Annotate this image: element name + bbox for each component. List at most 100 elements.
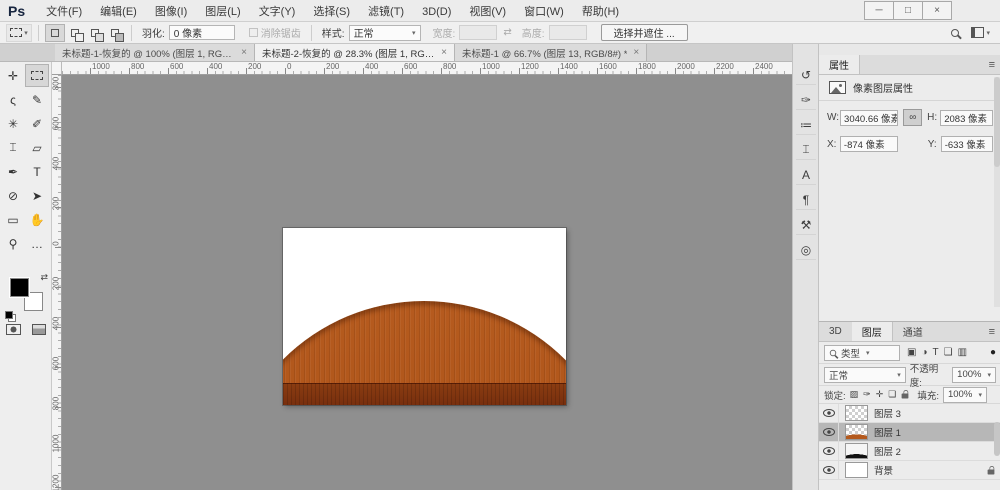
tab-properties[interactable]: 属性 — [819, 55, 860, 74]
menu-item-select[interactable]: 选择(S) — [304, 6, 359, 18]
type-tool[interactable]: T — [25, 160, 49, 183]
menu-item-help[interactable]: 帮助(H) — [573, 6, 628, 18]
adjustment-layer-filter-icon[interactable]: ◑ — [921, 347, 927, 358]
subtract-from-selection-button[interactable] — [85, 24, 105, 42]
default-colors-icon[interactable] — [4, 310, 16, 322]
height-value-field[interactable]: 2083 像素 — [940, 110, 993, 126]
clone-stamp-tool[interactable]: ⌶ — [1, 136, 25, 159]
menu-item-3d[interactable]: 3D(D) — [413, 6, 460, 18]
canvas-workspace[interactable] — [62, 75, 792, 490]
layer-thumbnail[interactable] — [845, 462, 868, 478]
link-dimensions-button[interactable]: ∞ — [903, 109, 922, 126]
visibility-cell[interactable] — [819, 423, 839, 441]
select-and-mask-button[interactable]: 选择并遮住 ... — [601, 24, 688, 41]
panel-menu-icon[interactable]: ≡ — [989, 326, 995, 338]
document-tab-3[interactable]: 未标题-1 @ 66.7% (图层 13, RGB/8#) *× — [455, 44, 647, 61]
menu-item-edit[interactable]: 编辑(E) — [91, 6, 146, 18]
adjustments-panel-icon[interactable]: ≔ — [796, 115, 816, 135]
document-canvas[interactable] — [283, 228, 566, 405]
swap-colors-icon[interactable]: ⇄ — [40, 272, 48, 283]
type-layer-filter-icon[interactable]: T — [933, 347, 939, 358]
feather-input[interactable]: 0 像素 — [169, 25, 235, 40]
layer-thumbnail[interactable] — [845, 405, 868, 421]
tab-close-icon[interactable]: × — [241, 47, 247, 58]
layer-row-4[interactable]: 背景 — [819, 461, 1000, 480]
visibility-cell[interactable] — [819, 442, 839, 460]
current-tool-button[interactable]: ▾ — [6, 24, 32, 42]
document-tab-2[interactable]: 未标题-2-恢复的 @ 28.3% (图层 1, RGB/8#) *× — [255, 44, 455, 61]
tab-3D[interactable]: 3D — [819, 322, 852, 341]
filter-toggle-icon[interactable]: ● — [990, 347, 996, 358]
pen-tool[interactable]: ✒ — [1, 160, 25, 183]
tab-close-icon[interactable]: × — [441, 47, 447, 58]
quick-selection-tool[interactable]: ✎ — [25, 88, 49, 111]
add-to-selection-button[interactable] — [65, 24, 85, 42]
menu-item-filter[interactable]: 滤镜(T) — [359, 6, 413, 18]
lock-position-icon[interactable]: ✛ — [876, 389, 884, 400]
eraser-tool[interactable]: ▱ — [25, 136, 49, 159]
shape-tool[interactable]: ▭ — [1, 208, 25, 231]
menu-item-view[interactable]: 视图(V) — [460, 6, 515, 18]
edit-toolbar[interactable]: … — [25, 232, 49, 255]
menu-item-file[interactable]: 文件(F) — [37, 6, 91, 18]
tab-图层[interactable]: 图层 — [852, 322, 893, 341]
smart-object-filter-icon[interactable]: ▥ — [958, 347, 967, 358]
lock-transparent-pixels-icon[interactable]: ▨ — [850, 389, 859, 400]
checkbox-icon[interactable] — [249, 28, 258, 37]
lock-all-icon[interactable] — [902, 393, 909, 398]
visibility-cell[interactable] — [819, 404, 839, 422]
scrollbar-thumb[interactable] — [994, 77, 1000, 167]
tab-通道[interactable]: 通道 — [893, 322, 933, 341]
screen-mode-button[interactable] — [32, 324, 46, 335]
quick-mask-mode-button[interactable] — [6, 324, 21, 335]
paragraph-panel-icon[interactable]: ¶ — [796, 190, 816, 210]
zoom-tool[interactable]: ⚲ — [1, 232, 25, 255]
eye-icon[interactable] — [823, 447, 835, 455]
layer-thumbnail[interactable] — [845, 443, 868, 459]
layer-row-2[interactable]: 图层 1 — [819, 423, 1000, 442]
layer-row-1[interactable]: 图层 3 — [819, 404, 1000, 423]
properties-scrollbar[interactable] — [994, 77, 1000, 307]
rectangular-marquee-tool[interactable] — [25, 64, 49, 87]
search-icon[interactable] — [951, 29, 959, 37]
history-panel-icon[interactable]: ↺ — [796, 65, 816, 85]
foreground-color-swatch[interactable] — [10, 278, 29, 297]
filter-type-select[interactable]: 类型 ▾ — [824, 345, 900, 361]
panel-menu-icon[interactable]: ≡ — [989, 59, 995, 71]
eye-icon[interactable] — [823, 428, 835, 436]
width-value-field[interactable]: 3040.66 像素 — [840, 110, 898, 126]
fill-field[interactable]: 100%▾ — [943, 387, 987, 403]
tools-panel-icon[interactable]: ⚒ — [796, 215, 816, 235]
magic-wand-tool[interactable]: ✳ — [1, 112, 25, 135]
new-selection-button[interactable] — [45, 24, 65, 42]
layer-row-3[interactable]: 图层 2 — [819, 442, 1000, 461]
document-tab-1[interactable]: 未标题-1-恢复的 @ 100% (图层 1, RGB/8#) *× — [55, 44, 255, 61]
minimize-button[interactable]: ─ — [864, 1, 894, 20]
clone-source-panel-icon[interactable]: ⌶ — [796, 140, 816, 160]
opacity-field[interactable]: 100%▾ — [952, 367, 996, 383]
close-button[interactable]: × — [922, 1, 952, 20]
hand-tool[interactable]: ✋ — [25, 208, 49, 231]
move-tool[interactable]: ✛ — [1, 64, 25, 87]
workspace-switcher[interactable]: ▾ — [971, 27, 990, 38]
lasso-tool[interactable]: ς — [1, 88, 25, 111]
layers-scrollbar-thumb[interactable] — [994, 422, 1000, 456]
lock-artboard-icon[interactable]: ❏ — [888, 389, 896, 400]
shape-layer-filter-icon[interactable]: ❏ — [944, 347, 953, 358]
visibility-cell[interactable] — [819, 461, 839, 479]
tab-close-icon[interactable]: × — [633, 47, 639, 58]
pixel-layer-filter-icon[interactable]: ▣ — [907, 347, 916, 358]
character-panel-icon[interactable]: A — [796, 165, 816, 185]
x-value-field[interactable]: -874 像素 — [840, 136, 898, 152]
rotate-view-panel-icon[interactable]: ◎ — [796, 240, 816, 260]
maximize-button[interactable]: □ — [893, 1, 923, 20]
eye-icon[interactable] — [823, 409, 835, 417]
menu-item-image[interactable]: 图像(I) — [146, 6, 196, 18]
menu-item-layer[interactable]: 图层(L) — [196, 6, 249, 18]
y-value-field[interactable]: -633 像素 — [941, 136, 993, 152]
layer-thumbnail[interactable] — [845, 424, 868, 440]
brush-settings-panel-icon[interactable]: ✑ — [796, 90, 816, 110]
eye-icon[interactable] — [823, 466, 835, 474]
style-select[interactable]: 正常▾ — [349, 25, 421, 41]
intersect-selection-button[interactable] — [105, 24, 125, 42]
